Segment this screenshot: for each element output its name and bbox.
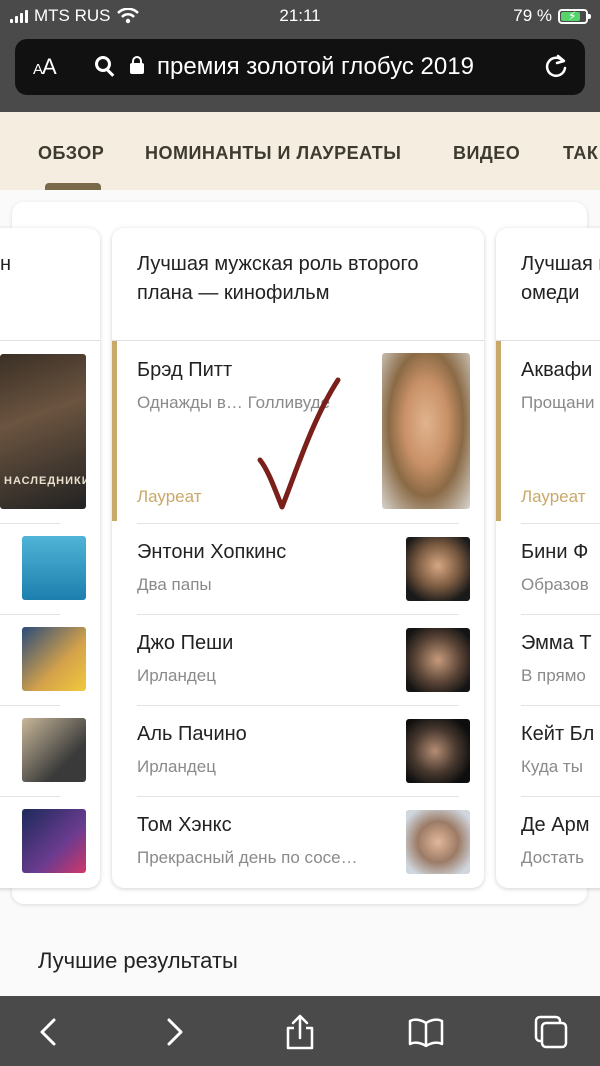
poster-image: НАСЛЕДНИКИ [0, 354, 86, 509]
nominee-film: Два папы [137, 575, 212, 594]
nominee-name: Аль Пачино [137, 723, 247, 745]
tab-video[interactable]: ВИДЕО [453, 143, 520, 164]
bookmarks-icon[interactable] [408, 1014, 444, 1050]
text-size-button[interactable]: AA [33, 54, 57, 80]
nominee-photo [406, 628, 470, 692]
card-title-fragment: н [0, 253, 12, 275]
battery-icon: ⚡ [558, 8, 591, 24]
nominee-film: Ирландец [137, 757, 216, 776]
nominee-name: Том Хэнкс [137, 814, 232, 836]
battery: 79 % ⚡ [513, 6, 591, 26]
nominee-photo [22, 718, 86, 782]
nominee-row[interactable]: Бини Ф Образов [496, 523, 600, 614]
nominee-photo [406, 719, 470, 783]
browser-toolbar [0, 996, 600, 1066]
content: н НАСЛЕДНИКИ . Лучшая мужская роль второ… [0, 190, 600, 996]
nominee-row[interactable]: Кейт Бл Куда ты [496, 705, 600, 796]
nominee-name: Энтони Хопкинс [137, 541, 287, 563]
winner-photo [382, 353, 470, 509]
tabs-icon[interactable] [533, 1014, 569, 1050]
nominee-row[interactable]: Джо Пеши Ирландец [112, 614, 484, 705]
nominee-name: Де Арм [521, 814, 590, 836]
search-icon [95, 56, 111, 72]
nominee-row[interactable]: Эмма Т В прямо [496, 614, 600, 705]
battery-percent: 79 % [513, 6, 552, 25]
tab-more[interactable]: ТАК [563, 143, 598, 164]
winner-row[interactable]: Аквафи Прощани Лауреат [496, 341, 600, 523]
nominee-film: Достать [521, 848, 584, 867]
nominee-row[interactable]: Аль Пачино Ирландец [112, 705, 484, 796]
browser-chrome: MTS RUS 21:11 79 % ⚡ AA премия золотой г… [0, 0, 600, 112]
reload-icon[interactable] [543, 53, 569, 79]
active-tab-indicator [45, 183, 101, 190]
tab-overview[interactable]: ОБЗОР [38, 143, 104, 164]
nominee-row[interactable]: Том Хэнкс Прекрасный день по сосе… [112, 796, 484, 887]
nominee-film: Прекрасный день по сосе… [137, 848, 358, 867]
nominee-name: Эмма Т [521, 632, 592, 654]
nominee-film: Образов [521, 575, 589, 594]
nominee-name: Джо Пеши [137, 632, 234, 654]
winner-accent-bar [496, 341, 501, 521]
url-query[interactable]: премия золотой глобус 2019 [157, 53, 474, 81]
nominee-name: Кейт Бл [521, 723, 595, 745]
winner-badge: Лауреат [521, 487, 586, 506]
category-card-supporting-actor[interactable]: Лучшая мужская роль второго плана — кино… [112, 228, 484, 888]
nominee-name: Бини Ф [521, 541, 589, 563]
nominee-photo [22, 809, 86, 873]
nominee-row[interactable]: Де Арм Достать [496, 796, 600, 887]
forward-icon[interactable] [156, 1014, 192, 1050]
result-tabs: ОБЗОР НОМИНАНТЫ И ЛАУРЕАТЫ ВИДЕО ТАК [0, 112, 600, 190]
winner-name: Брэд Питт [137, 359, 233, 381]
winner-name: Аквафи [521, 359, 593, 381]
back-icon[interactable] [31, 1014, 67, 1050]
clock: 21:11 [279, 6, 321, 25]
nominee-film: В прямо [521, 666, 586, 685]
share-icon[interactable] [282, 1014, 318, 1050]
nominee-photo [406, 537, 470, 601]
card-title: Лучшая комеди [521, 253, 600, 304]
winner-accent-bar [112, 341, 117, 521]
winner-film: Прощани [521, 393, 595, 412]
tab-nominees-winners[interactable]: НОМИНАНТЫ И ЛАУРЕАТЫ [145, 143, 401, 164]
card-title: Лучшая мужская роль второго плана — кино… [137, 253, 419, 304]
section-title: Лучшие результаты [38, 948, 238, 973]
url-bar[interactable]: AA премия золотой глобус 2019 [15, 39, 585, 95]
nominee-photo [22, 536, 86, 600]
category-card-right[interactable]: Лучшая комеди Аквафи Прощани Лауреат Бин… [496, 228, 600, 888]
lock-icon [130, 56, 144, 74]
nominee-photo [22, 627, 86, 691]
nominee-film: Ирландец [137, 666, 216, 685]
category-card-left[interactable]: н НАСЛЕДНИКИ . [0, 228, 100, 888]
checkmark-annotation [257, 377, 341, 510]
nominee-row[interactable]: Энтони Хопкинс Два папы [112, 523, 484, 614]
nominee-film: Куда ты [521, 757, 583, 776]
poster-title: НАСЛЕДНИКИ [4, 475, 86, 487]
winner-badge: Лауреат [137, 487, 202, 506]
status-bar: MTS RUS 21:11 79 % ⚡ [0, 0, 600, 32]
nominee-photo [406, 810, 470, 874]
